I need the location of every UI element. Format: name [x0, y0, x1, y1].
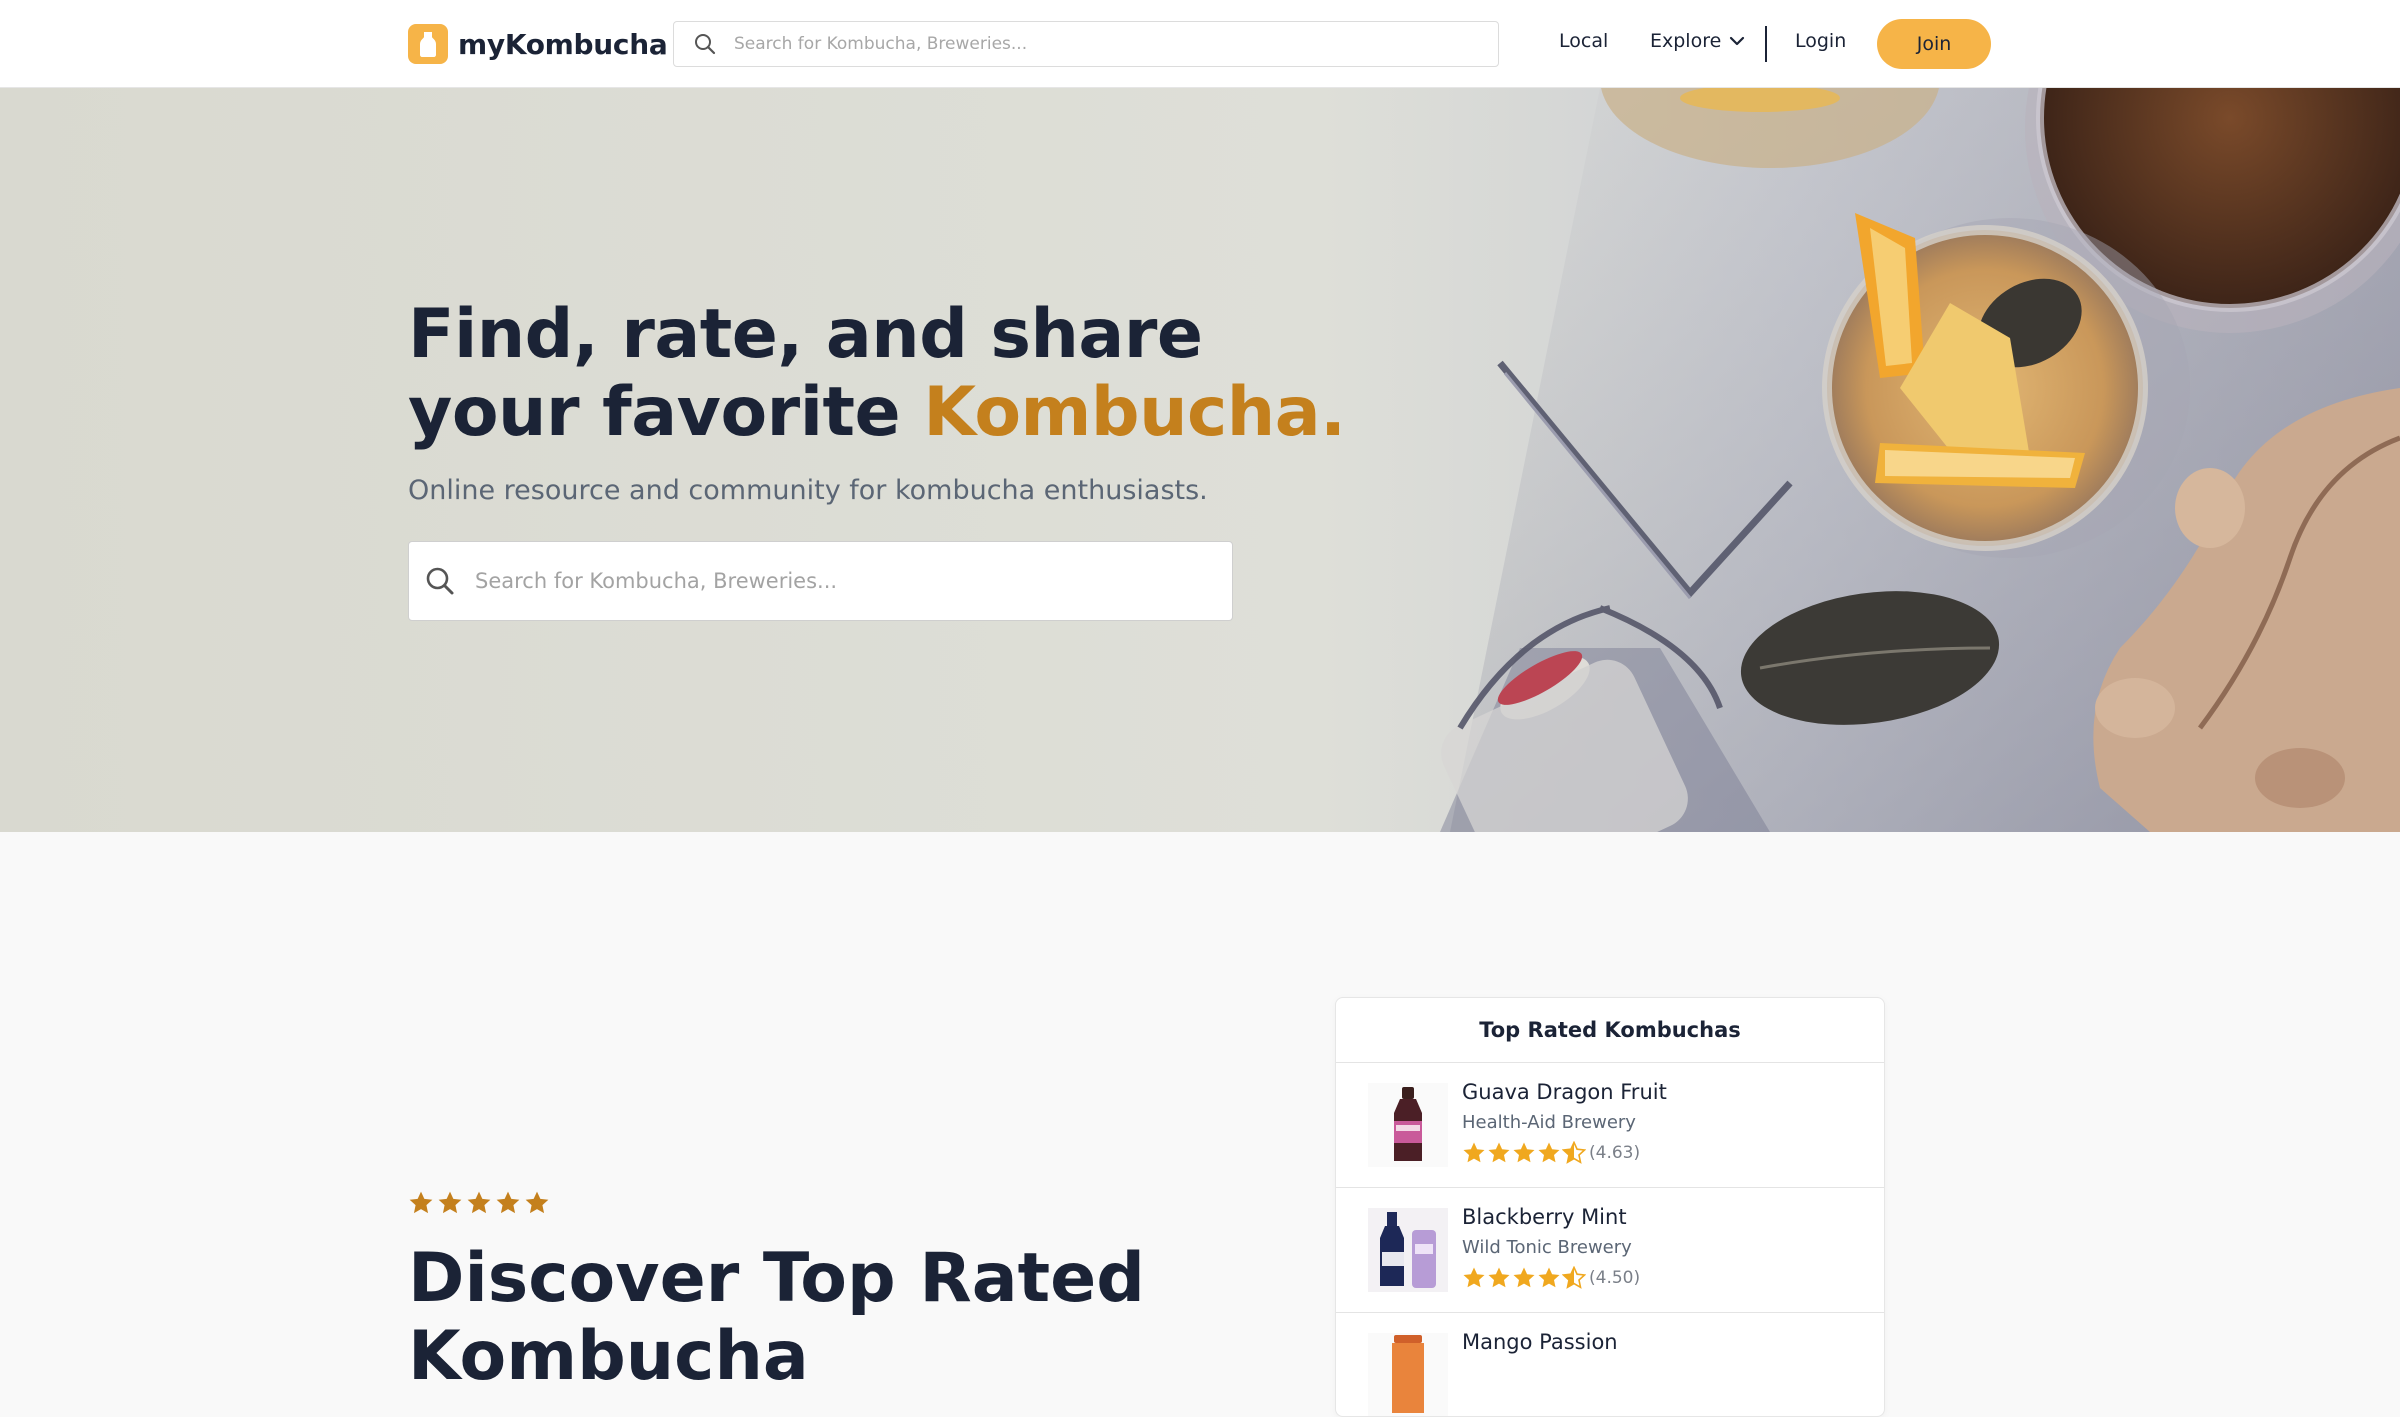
star-icon — [1512, 1141, 1536, 1165]
rating-score: (4.50) — [1589, 1268, 1641, 1288]
join-button[interactable]: Join — [1877, 19, 1991, 69]
product-name[interactable]: Mango Passion — [1462, 1330, 1618, 1354]
star-icon — [466, 1190, 492, 1220]
hero-title-line2-prefix: your favorite — [408, 373, 924, 452]
brand-name: myKombucha — [458, 27, 668, 61]
hero-section: Find, rate, and share your favorite Komb… — [0, 88, 2400, 832]
nav-search-box[interactable] — [673, 21, 1499, 67]
list-item[interactable]: Mango Passion — [1336, 1313, 1884, 1416]
discover-title-line1: Discover Top Rated — [408, 1239, 1145, 1318]
star-icon — [1487, 1141, 1511, 1165]
brewery-name[interactable]: Wild Tonic Brewery — [1462, 1237, 1632, 1258]
top-rated-heading: Top Rated Kombuchas — [1336, 998, 1884, 1063]
star-icon — [524, 1190, 550, 1220]
search-icon — [425, 566, 455, 596]
product-thumbnail — [1368, 1333, 1448, 1416]
star-icon — [408, 1190, 434, 1220]
nav-explore-label: Explore — [1650, 30, 1722, 52]
top-rated-card: Top Rated Kombuchas Guava Dragon Fruit H… — [1335, 997, 1885, 1417]
discover-title-line2: Kombucha — [408, 1317, 809, 1396]
product-thumbnail — [1368, 1083, 1448, 1167]
nav-link-local[interactable]: Local — [1559, 30, 1608, 52]
search-icon — [694, 33, 716, 55]
hero-subtitle: Online resource and community for kombuc… — [408, 475, 1208, 506]
discover-section: Discover Top Rated Kombucha Top Rated Ko… — [0, 832, 2400, 1417]
star-icon — [437, 1190, 463, 1220]
hero-kombucha-photo — [0, 88, 2400, 832]
chevron-down-icon — [1729, 36, 1745, 46]
product-rating: (4.63) — [1462, 1141, 1640, 1165]
hero-search-input[interactable] — [475, 569, 1195, 593]
product-thumbnail — [1368, 1208, 1448, 1292]
nav-divider — [1765, 26, 1767, 62]
half-star-icon — [1562, 1141, 1586, 1165]
star-icon — [1462, 1266, 1486, 1290]
hero-title: Find, rate, and share your favorite Komb… — [408, 295, 1346, 452]
nav-link-login[interactable]: Login — [1795, 30, 1846, 52]
star-icon — [495, 1190, 521, 1220]
nav-search-input[interactable] — [734, 34, 1434, 54]
product-name[interactable]: Guava Dragon Fruit — [1462, 1080, 1667, 1104]
brewery-name[interactable]: Health-Aid Brewery — [1462, 1112, 1636, 1133]
brand-home-link[interactable]: myKombucha — [408, 23, 668, 65]
star-icon — [1537, 1266, 1561, 1290]
hero-title-accent: Kombucha. — [923, 373, 1346, 452]
list-item[interactable]: Blackberry Mint Wild Tonic Brewery (4.50… — [1336, 1188, 1884, 1313]
star-icon — [1537, 1141, 1561, 1165]
hero-title-line1: Find, rate, and share — [408, 295, 1203, 374]
half-star-icon — [1562, 1266, 1586, 1290]
star-icon — [1512, 1266, 1536, 1290]
star-icon — [1487, 1266, 1511, 1290]
rating-score: (4.63) — [1589, 1143, 1641, 1163]
list-item[interactable]: Guava Dragon Fruit Health-Aid Brewery (4… — [1336, 1063, 1884, 1188]
product-rating: (4.50) — [1462, 1266, 1640, 1290]
discover-star-rating — [408, 1190, 550, 1220]
hero-search-box[interactable] — [408, 541, 1233, 621]
discover-title: Discover Top Rated Kombucha — [408, 1240, 1208, 1396]
top-navbar: myKombucha Local Explore Login Join — [0, 0, 2400, 88]
star-icon — [1462, 1141, 1486, 1165]
nav-explore-dropdown[interactable]: Explore — [1650, 30, 1745, 52]
product-name[interactable]: Blackberry Mint — [1462, 1205, 1627, 1229]
kombucha-logo-icon — [408, 24, 448, 64]
